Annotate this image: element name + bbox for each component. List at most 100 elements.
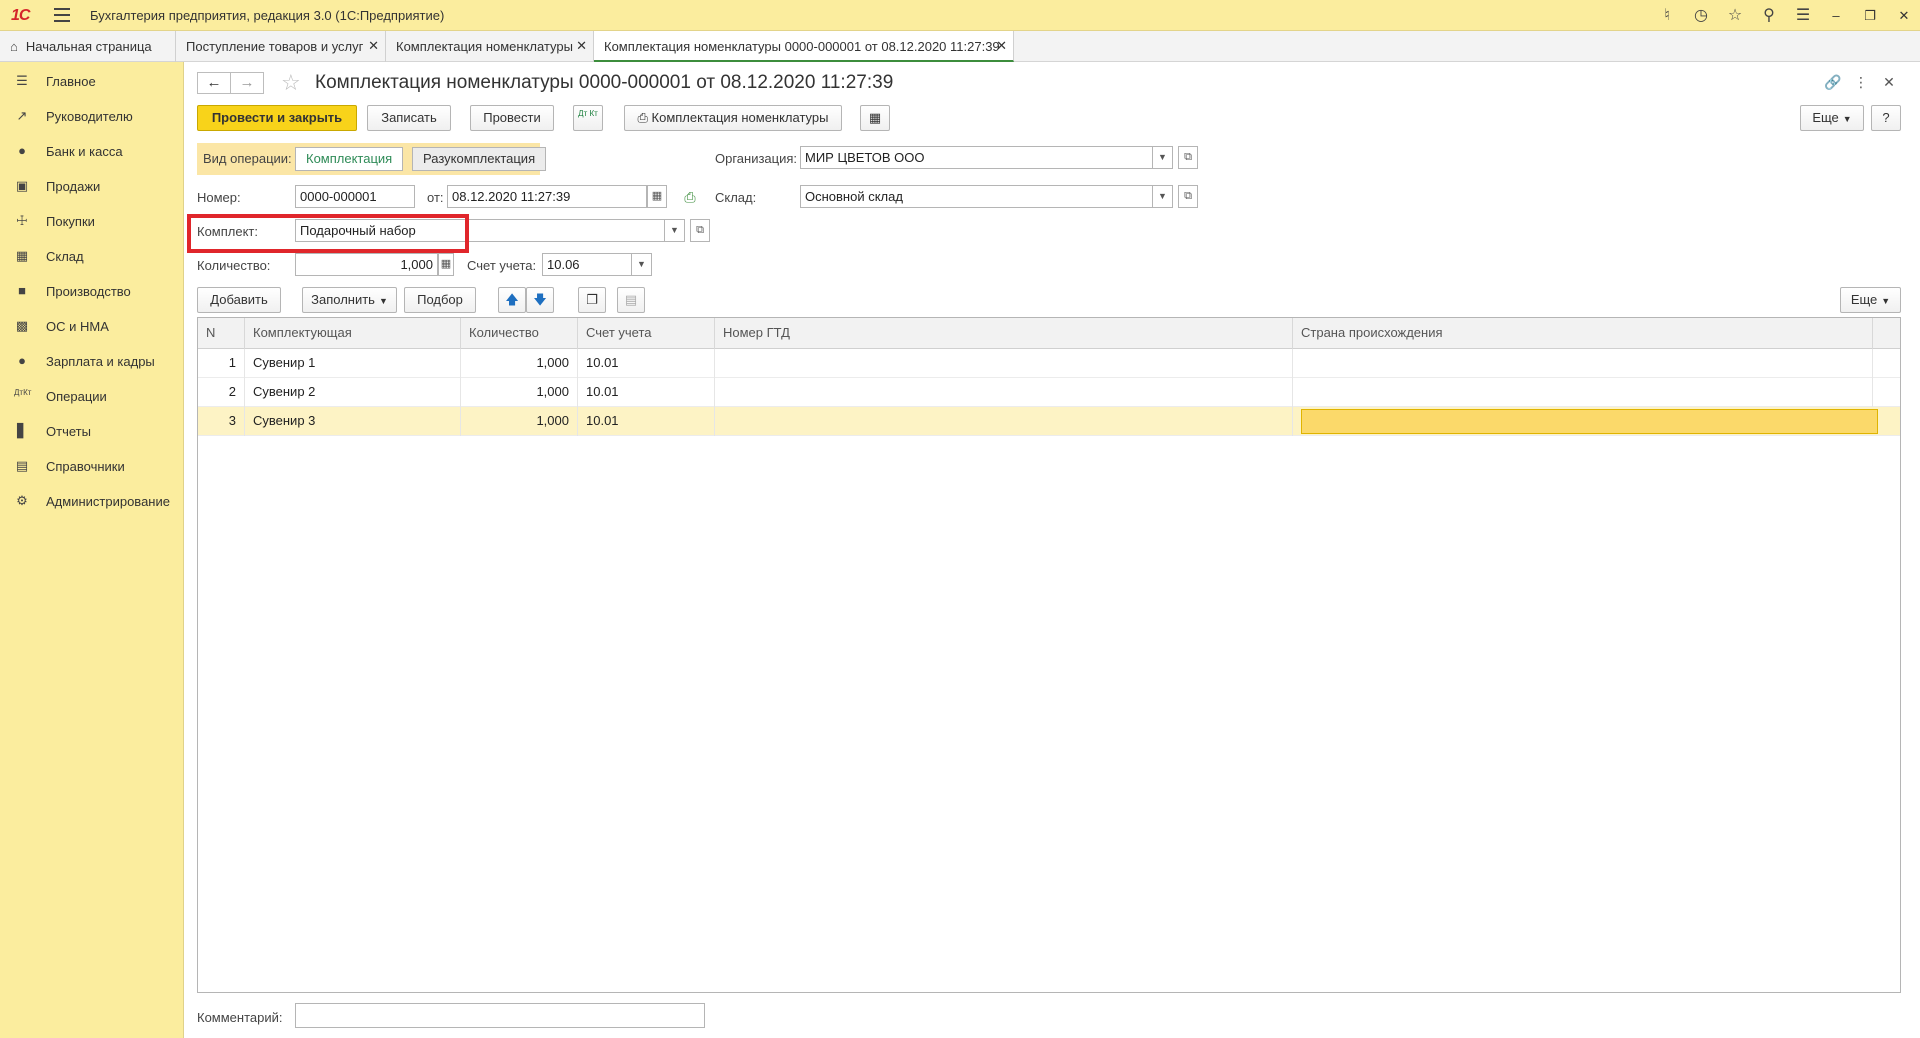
history-icon[interactable]: ◷ (1690, 5, 1712, 27)
bell-icon[interactable]: ♮ (1656, 5, 1678, 27)
row-country[interactable] (1293, 349, 1873, 378)
tab-kitting-doc[interactable]: Комплектация номенклатуры 0000-000001 от… (594, 31, 1014, 62)
add-row-button[interactable]: Добавить (197, 287, 281, 313)
table-row[interactable]: 1 Сувенир 1 1,000 10.01 (198, 349, 1900, 378)
close-form-icon[interactable]: ✕ (1879, 72, 1899, 92)
link-icon[interactable]: 🔗 (1823, 72, 1843, 92)
sidebar-item-reports[interactable]: ▋ Отчеты (0, 417, 184, 447)
sidebar-item-directories[interactable]: ▤ Справочники (0, 452, 184, 482)
op-kitting-option[interactable]: Комплектация (295, 147, 404, 171)
row-quantity[interactable]: 1,000 (461, 349, 578, 378)
organization-field[interactable]: МИР ЦВЕТОВ ООО (800, 146, 1153, 169)
row-gtd[interactable] (715, 378, 1293, 407)
pick-button[interactable]: Подбор (404, 287, 476, 313)
column-header-country[interactable]: Страна происхождения (1293, 318, 1873, 349)
row-quantity[interactable]: 1,000 (461, 407, 578, 436)
structure-button[interactable]: ▦ (860, 105, 890, 131)
column-header-gtd[interactable]: Номер ГТД (715, 318, 1293, 349)
sidebar-item-payroll[interactable]: ● Зарплата и кадры (0, 347, 184, 377)
row-country[interactable] (1293, 378, 1873, 407)
back-button[interactable]: ← (197, 72, 231, 94)
warehouse-dropdown[interactable]: ▼ (1153, 185, 1173, 208)
more-vert-icon[interactable]: ⋮ (1851, 72, 1871, 92)
print-kitting-button[interactable]: ⎙ Комплектация номенклатуры (624, 105, 842, 131)
kit-dropdown[interactable]: ▼ (665, 219, 685, 242)
column-header-account[interactable]: Счет учета (578, 318, 715, 349)
chevron-down-icon: ▼ (1842, 114, 1852, 124)
move-up-button[interactable]: 🡅 (498, 287, 526, 313)
close-tab-icon[interactable]: ✕ (996, 38, 1007, 54)
sidebar-item-purchases[interactable]: ☩ Покупки (0, 207, 184, 237)
sidebar-item-operations[interactable]: ДтКт Операции (0, 382, 184, 412)
save-button[interactable]: Записать (367, 105, 451, 131)
calendar-button[interactable]: ▦ (647, 185, 667, 208)
row-quantity[interactable]: 1,000 (461, 378, 578, 407)
row-component[interactable]: Сувенир 1 (245, 349, 461, 378)
copy-button[interactable]: ❐ (578, 287, 606, 313)
sidebar-item-manager[interactable]: ↗ Руководителю (0, 102, 184, 132)
sidebar-item-main[interactable]: ☰ Главное (0, 67, 184, 97)
row-account[interactable]: 10.01 (578, 407, 715, 436)
post-and-close-button[interactable]: Провести и закрыть (197, 105, 357, 131)
post-button[interactable]: Провести (470, 105, 554, 131)
close-icon[interactable]: ✕ (1894, 5, 1914, 27)
help-button[interactable]: ? (1871, 105, 1901, 131)
copy-icon: ❐ (586, 292, 598, 307)
date-field[interactable]: 08.12.2020 11:27:39 (447, 185, 647, 208)
tab-label: Комплектация номенклатуры (396, 39, 573, 54)
column-header-component[interactable]: Комплектующая (245, 318, 461, 349)
sidebar-item-warehouse[interactable]: ▦ Склад (0, 242, 184, 272)
sidebar-item-admin[interactable]: ⚙ Администрирование (0, 487, 184, 517)
sidebar-item-assets[interactable]: ▩ ОС и НМА (0, 312, 184, 342)
account-field[interactable]: 10.06 (542, 253, 632, 276)
favorites-star-icon[interactable]: ☆ (1724, 5, 1746, 27)
search-icon[interactable]: ⚲ (1758, 5, 1780, 27)
sidebar-item-label: Производство (46, 284, 131, 299)
active-cell-country[interactable] (1301, 409, 1878, 434)
close-tab-icon[interactable]: ✕ (576, 38, 587, 54)
kit-open-button[interactable]: ⧉ (690, 219, 710, 242)
dtkt-button[interactable]: Дт Кт (573, 105, 603, 131)
row-account[interactable]: 10.01 (578, 349, 715, 378)
op-unkitting-option[interactable]: Разукомплектация (412, 147, 547, 171)
organization-open-button[interactable]: ⧉ (1178, 146, 1198, 169)
table-row[interactable]: 2 Сувенир 2 1,000 10.01 (198, 378, 1900, 407)
sidebar-item-sales[interactable]: ▣ Продажи (0, 172, 184, 202)
close-tab-icon[interactable]: ✕ (368, 38, 379, 54)
table-row-selected[interactable]: 3 Сувенир 3 1,000 10.01 (198, 407, 1900, 436)
open-icon: ⧉ (1184, 190, 1192, 202)
forward-button[interactable]: → (230, 72, 264, 94)
tab-receipt[interactable]: Поступление товаров и услуг ✕ (176, 31, 386, 62)
organization-dropdown[interactable]: ▼ (1153, 146, 1173, 169)
quantity-field[interactable]: 1,000 (295, 253, 438, 276)
minimize-icon[interactable]: – (1826, 5, 1846, 27)
row-gtd[interactable] (715, 407, 1293, 436)
favorite-star-icon[interactable]: ☆ (281, 70, 301, 96)
fill-button[interactable]: Заполнить ▼ (302, 287, 397, 313)
column-header-n[interactable]: N (198, 318, 245, 349)
calculator-button[interactable]: ▦ (438, 253, 454, 276)
row-component[interactable]: Сувенир 2 (245, 378, 461, 407)
row-component[interactable]: Сувенир 3 (245, 407, 461, 436)
menu-icon[interactable] (54, 8, 70, 22)
comment-field[interactable] (295, 1003, 705, 1028)
column-header-quantity[interactable]: Количество (461, 318, 578, 349)
tab-home[interactable]: ⌂ Начальная страница (0, 31, 176, 62)
sidebar-item-production[interactable]: ■ Производство (0, 277, 184, 307)
number-field[interactable]: 0000-000001 (295, 185, 415, 208)
table-more-button[interactable]: Еще ▼ (1840, 287, 1901, 313)
account-dropdown[interactable]: ▼ (632, 253, 652, 276)
row-gtd[interactable] (715, 349, 1293, 378)
sidebar-item-bank[interactable]: ● Банк и касса (0, 137, 184, 167)
tab-label: Поступление товаров и услуг (186, 39, 364, 54)
arrow-up-icon: 🡅 (505, 292, 519, 307)
row-account[interactable]: 10.01 (578, 378, 715, 407)
paste-button[interactable]: ▤ (617, 287, 645, 313)
warehouse-open-button[interactable]: ⧉ (1178, 185, 1198, 208)
restore-icon[interactable]: ❐ (1860, 5, 1880, 27)
settings-menu-icon[interactable]: ☰ (1792, 5, 1814, 27)
warehouse-field[interactable]: Основной склад (800, 185, 1153, 208)
move-down-button[interactable]: 🡇 (526, 287, 554, 313)
more-button[interactable]: Еще ▼ (1800, 105, 1864, 131)
tab-kitting-list[interactable]: Комплектация номенклатуры ✕ (386, 31, 594, 62)
